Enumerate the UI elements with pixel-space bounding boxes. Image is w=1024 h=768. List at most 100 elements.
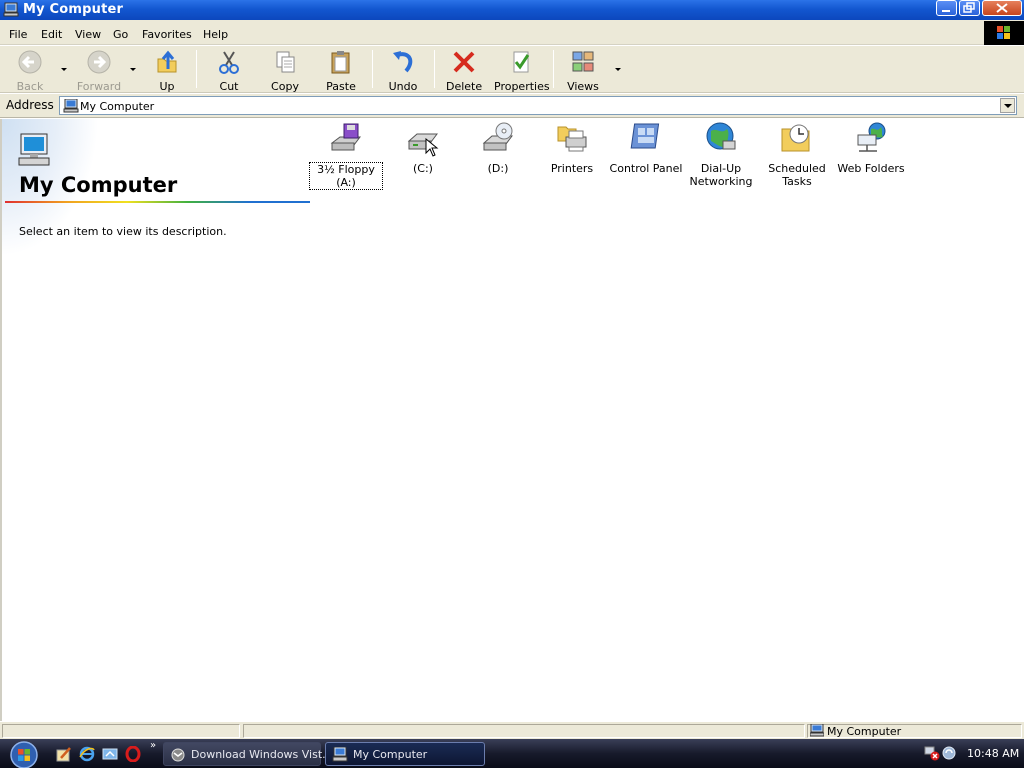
item-label: Dial-Up xyxy=(700,162,742,175)
views-icon xyxy=(572,51,594,72)
computer-icon xyxy=(18,133,50,166)
toolbar-separator xyxy=(372,50,373,88)
item-floppy-a[interactable]: 3½ Floppy (A:) xyxy=(309,121,383,190)
quick-launch-overflow-icon[interactable]: » xyxy=(150,740,156,751)
forward-label: Forward xyxy=(76,80,122,93)
pane-description: Select an item to view its description. xyxy=(19,225,227,238)
clipboard-icon xyxy=(331,51,350,74)
up-button[interactable]: Up xyxy=(150,49,184,93)
floppy-drive-icon xyxy=(330,123,361,151)
close-button[interactable] xyxy=(982,0,1022,16)
views-button[interactable]: Views xyxy=(566,49,600,93)
sync-icon[interactable] xyxy=(941,745,957,761)
toolbar: Back Forward Up Cut Copy Paste Undo Dele… xyxy=(0,46,1024,93)
control-panel-icon xyxy=(630,123,660,149)
back-button[interactable]: Back xyxy=(10,49,50,93)
item-printers[interactable]: Printers xyxy=(535,121,609,175)
paste-button[interactable]: Paste xyxy=(324,49,358,93)
scissors-icon xyxy=(219,51,239,74)
content-area: My Computer Select an item to view its d… xyxy=(0,119,1024,721)
minimize-button[interactable] xyxy=(936,0,957,16)
taskbar-item-my-computer[interactable]: My Computer xyxy=(325,742,485,766)
window-title: My Computer xyxy=(23,2,124,17)
cd-drive-icon xyxy=(482,122,513,151)
status-text: My Computer xyxy=(827,725,902,738)
item-label: Networking xyxy=(689,175,753,188)
address-dropdown-button[interactable] xyxy=(1000,98,1015,113)
item-label: 3½ Floppy xyxy=(317,163,375,176)
item-scheduled-tasks[interactable]: Scheduled Tasks xyxy=(760,121,834,188)
undo-label: Undo xyxy=(388,80,418,93)
maximize-button[interactable] xyxy=(959,0,980,16)
item-control-panel[interactable]: Control Panel xyxy=(609,121,683,175)
forward-arrow-icon xyxy=(87,50,111,74)
item-label: Web Folders xyxy=(837,162,905,175)
restore-icon xyxy=(963,2,975,13)
status-bar: My Computer xyxy=(0,721,1024,739)
taskbar-item-label: Download Windows Vist... xyxy=(191,748,333,761)
address-input[interactable]: My Computer xyxy=(59,96,1017,115)
delete-button[interactable]: Delete xyxy=(446,49,482,93)
taskbar-item-download[interactable]: Download Windows Vist... xyxy=(163,742,333,766)
taskbar: » Download Windows Vist... My Computer xyxy=(0,739,1024,768)
menu-go[interactable]: Go xyxy=(113,28,128,41)
computer-icon xyxy=(3,2,19,17)
copy-label: Copy xyxy=(271,80,299,93)
menu-file[interactable]: File xyxy=(9,28,27,41)
item-drive-c[interactable]: (C:) xyxy=(386,121,460,175)
item-drive-d[interactable]: (D:) xyxy=(461,121,535,175)
toolbar-separator xyxy=(553,50,554,88)
properties-icon xyxy=(513,51,530,73)
status-cell xyxy=(2,724,240,738)
left-info-pane: My Computer Select an item to view its d… xyxy=(2,119,312,721)
item-label: (C:) xyxy=(413,162,433,175)
properties-button[interactable]: Properties xyxy=(494,49,550,93)
copy-icon xyxy=(276,51,295,73)
menu-bar: File Edit View Go Favorites Help xyxy=(0,20,1024,45)
cut-button[interactable]: Cut xyxy=(212,49,246,93)
menu-favorites[interactable]: Favorites xyxy=(142,28,192,41)
delete-x-icon xyxy=(453,51,475,73)
item-label: Tasks xyxy=(782,175,812,188)
clock: 10:48 AM xyxy=(967,747,1020,760)
network-alert-icon[interactable] xyxy=(924,745,940,761)
item-web-folders[interactable]: Web Folders xyxy=(834,121,908,175)
item-label: (A:) xyxy=(336,176,356,189)
menu-view[interactable]: View xyxy=(75,28,101,41)
scheduled-tasks-folder-icon xyxy=(781,124,810,152)
properties-label: Properties xyxy=(494,80,550,93)
item-dial-up-networking[interactable]: Dial-Up Networking xyxy=(684,121,758,188)
edit-pen-icon[interactable] xyxy=(56,746,72,762)
printer-folder-icon xyxy=(557,126,587,152)
menu-help[interactable]: Help xyxy=(203,28,228,41)
close-icon xyxy=(996,3,1008,13)
forward-dropdown-icon[interactable] xyxy=(130,68,136,71)
undo-arrow-icon xyxy=(393,51,413,73)
mouse-cursor-icon xyxy=(425,138,439,157)
web-folder-icon xyxy=(857,122,886,152)
toolbar-separator xyxy=(196,50,197,88)
internet-explorer-icon[interactable] xyxy=(79,746,95,762)
menu-edit[interactable]: Edit xyxy=(41,28,62,41)
item-label: (D:) xyxy=(487,162,509,175)
cut-label: Cut xyxy=(219,80,239,93)
start-button[interactable] xyxy=(4,740,42,768)
undo-button[interactable]: Undo xyxy=(386,49,420,93)
back-arrow-icon xyxy=(18,50,42,74)
item-label: Scheduled xyxy=(768,162,826,175)
address-bar: Address My Computer xyxy=(0,94,1024,118)
paste-label: Paste xyxy=(326,80,356,93)
item-label: Control Panel xyxy=(609,162,683,175)
title-bar[interactable]: My Computer xyxy=(0,0,1024,20)
back-dropdown-icon[interactable] xyxy=(61,68,67,71)
status-cell xyxy=(243,724,805,738)
show-desktop-icon[interactable] xyxy=(102,746,118,762)
toolbar-separator xyxy=(434,50,435,88)
forward-button[interactable]: Forward xyxy=(76,49,122,93)
copy-button[interactable]: Copy xyxy=(268,49,302,93)
opera-icon[interactable] xyxy=(125,746,141,762)
windows-logo xyxy=(984,21,1024,45)
views-dropdown-icon[interactable] xyxy=(615,68,621,71)
taskbar-item-label: My Computer xyxy=(353,748,428,761)
up-label: Up xyxy=(159,80,175,93)
